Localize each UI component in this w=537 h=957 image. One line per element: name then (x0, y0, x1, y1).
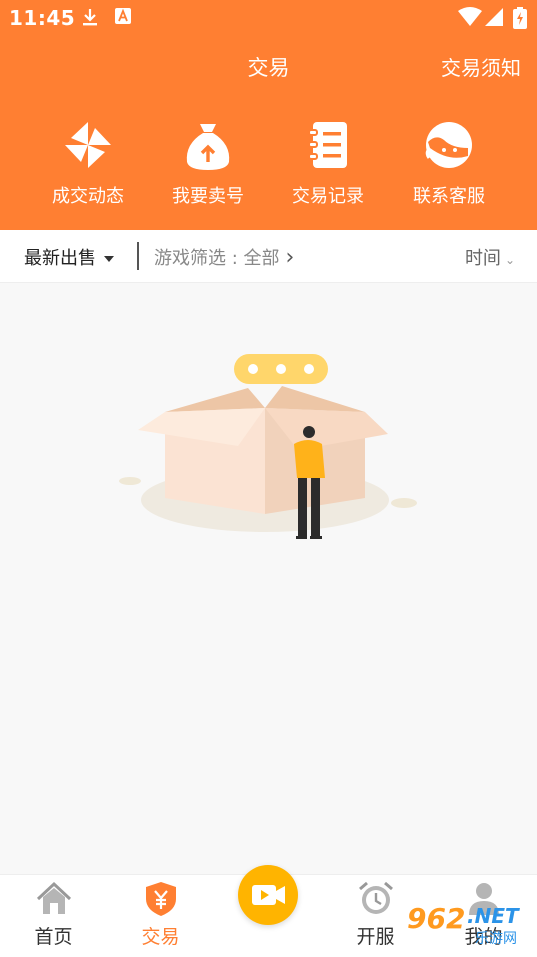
record-book-icon (308, 122, 347, 168)
time-sort-label: 时间 (464, 248, 501, 269)
empty-box-illustration (119, 354, 417, 539)
tab-label: 首页 (34, 926, 73, 948)
video-camera-icon (252, 885, 285, 905)
quick-action-label: 交易记录 (292, 186, 364, 207)
quick-action-trade-records[interactable]: 交易记录 (268, 118, 388, 208)
customer-service-icon (425, 122, 472, 168)
alarm-clock-icon (358, 881, 393, 914)
wifi-icon (458, 7, 482, 26)
sort-label: 最新出售 (24, 248, 96, 269)
yen-shield-icon (145, 882, 176, 916)
chevron-right-icon: › (285, 245, 295, 270)
a-notification-icon (115, 8, 131, 24)
tab-home[interactable]: 首页 (0, 875, 107, 957)
quick-action-sell-account[interactable]: 我要卖号 (148, 118, 268, 208)
filter-bar: 最新出售 游戏筛选 : 全部 › 时间 ⌄ (0, 230, 537, 283)
signal-icon (485, 8, 503, 26)
watermark-suffix: .NET (467, 904, 519, 928)
chevron-down-icon: ⌄ (504, 253, 515, 267)
time-sort[interactable]: 时间 ⌄ (465, 244, 515, 270)
tab-trade[interactable]: 交易 (107, 875, 214, 957)
tab-label: 交易 (141, 926, 180, 948)
quick-action-label: 成交动态 (52, 186, 124, 207)
quick-action-deal-updates[interactable]: 成交动态 (28, 118, 148, 208)
sort-dropdown[interactable]: 最新出售 (24, 244, 114, 270)
watermark: 962 .NET 乐游网 (403, 900, 531, 950)
game-filter[interactable]: 游戏筛选 : 全部 › (154, 244, 294, 270)
divider (137, 242, 139, 270)
header: 11:45 交易 交易须知 成交动态 我要卖号 交易记录 联系客服 (0, 0, 537, 230)
download-icon (83, 9, 97, 26)
trade-notice-link[interactable]: 交易须知 (441, 52, 521, 81)
video-button[interactable] (238, 865, 298, 925)
home-icon (36, 881, 71, 914)
quick-action-label: 联系客服 (413, 186, 485, 207)
quick-action-label: 我要卖号 (172, 186, 244, 207)
quick-action-customer-service[interactable]: 联系客服 (389, 118, 509, 208)
status-bar: 11:45 (0, 0, 537, 36)
pinwheel-icon (65, 122, 111, 168)
caret-down-icon (104, 256, 114, 262)
battery-icon (513, 7, 527, 29)
money-bag-icon (186, 124, 230, 170)
game-filter-label: 游戏筛选 : 全部 (154, 248, 280, 269)
watermark-sub: 乐游网 (475, 931, 517, 947)
status-time: 11:45 (9, 6, 76, 30)
watermark-number: 962 (407, 902, 466, 935)
